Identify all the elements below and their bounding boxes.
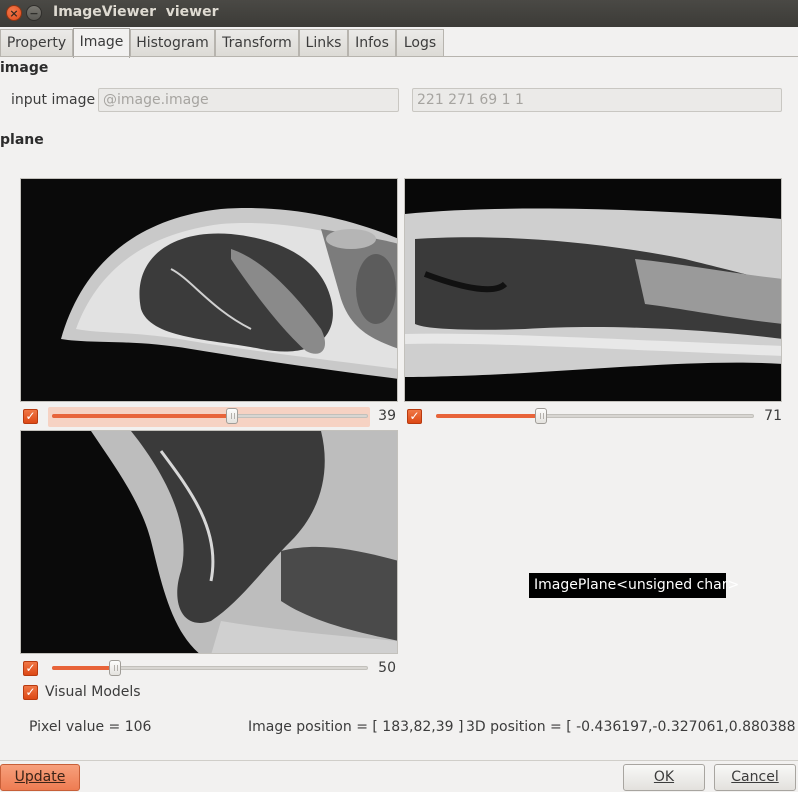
input-image-field[interactable]: @image.image xyxy=(98,88,399,112)
sagittal-plane-slider[interactable] xyxy=(436,406,754,426)
3d-position-readout: 3D position = [ -0.436197,-0.327061,0.88… xyxy=(466,719,798,735)
coronal-plane-slider[interactable] xyxy=(52,658,368,678)
button-bar-divider xyxy=(0,760,798,761)
title-bar: × − ImageViewer viewer xyxy=(0,0,798,27)
slider-fill xyxy=(52,414,233,418)
tab-infos[interactable]: Infos xyxy=(348,29,396,57)
slider-fill xyxy=(436,414,541,418)
tab-divider xyxy=(0,56,798,57)
tab-links[interactable]: Links xyxy=(299,29,348,57)
minimize-window-icon[interactable]: − xyxy=(26,5,42,21)
window-title: ImageViewer viewer xyxy=(53,4,219,20)
tab-transform[interactable]: Transform xyxy=(215,29,299,57)
ok-button[interactable]: OK xyxy=(623,764,705,791)
cancel-button[interactable]: Cancel xyxy=(714,764,796,791)
tab-image[interactable]: Image xyxy=(73,28,130,58)
image-section-heading: image xyxy=(0,60,49,76)
coronal-plane-view[interactable] xyxy=(20,430,398,654)
slider-handle[interactable] xyxy=(534,408,547,424)
visual-models-checkbox[interactable]: ✓ xyxy=(23,685,38,700)
sagittal-plane-value: 71 xyxy=(764,408,782,424)
plane-section-heading: plane xyxy=(0,132,44,148)
slider-handle[interactable] xyxy=(109,660,122,676)
axial-plane-view[interactable] xyxy=(20,178,398,402)
axial-plane-slider[interactable] xyxy=(52,406,368,426)
pixel-value-readout: Pixel value = 106 xyxy=(29,719,152,735)
slider-handle[interactable] xyxy=(226,408,239,424)
axial-plane-image xyxy=(21,179,397,401)
image-position-readout: Image position = [ 183,82,39 ] xyxy=(248,719,464,735)
sagittal-plane-checkbox[interactable]: ✓ xyxy=(407,409,422,424)
sagittal-plane-view[interactable] xyxy=(404,178,782,402)
coronal-plane-image xyxy=(21,431,397,653)
image-plane-tooltip: ImagePlane<unsigned char> xyxy=(529,573,739,598)
visual-models-label[interactable]: Visual Models xyxy=(45,684,141,700)
sagittal-plane-image xyxy=(405,179,781,401)
input-image-label: input image xyxy=(11,92,96,108)
axial-plane-checkbox[interactable]: ✓ xyxy=(23,409,38,424)
close-window-icon[interactable]: × xyxy=(6,5,22,21)
tab-histogram[interactable]: Histogram xyxy=(130,29,215,57)
coronal-plane-value: 50 xyxy=(378,660,396,676)
coronal-plane-checkbox[interactable]: ✓ xyxy=(23,661,38,676)
slider-fill xyxy=(52,666,116,670)
image-dimensions-field[interactable]: 221 271 69 1 1 xyxy=(412,88,782,112)
update-button[interactable]: Update xyxy=(0,764,80,791)
tab-logs[interactable]: Logs xyxy=(396,29,444,57)
tab-property[interactable]: Property xyxy=(0,29,73,57)
axial-plane-value: 39 xyxy=(378,408,396,424)
